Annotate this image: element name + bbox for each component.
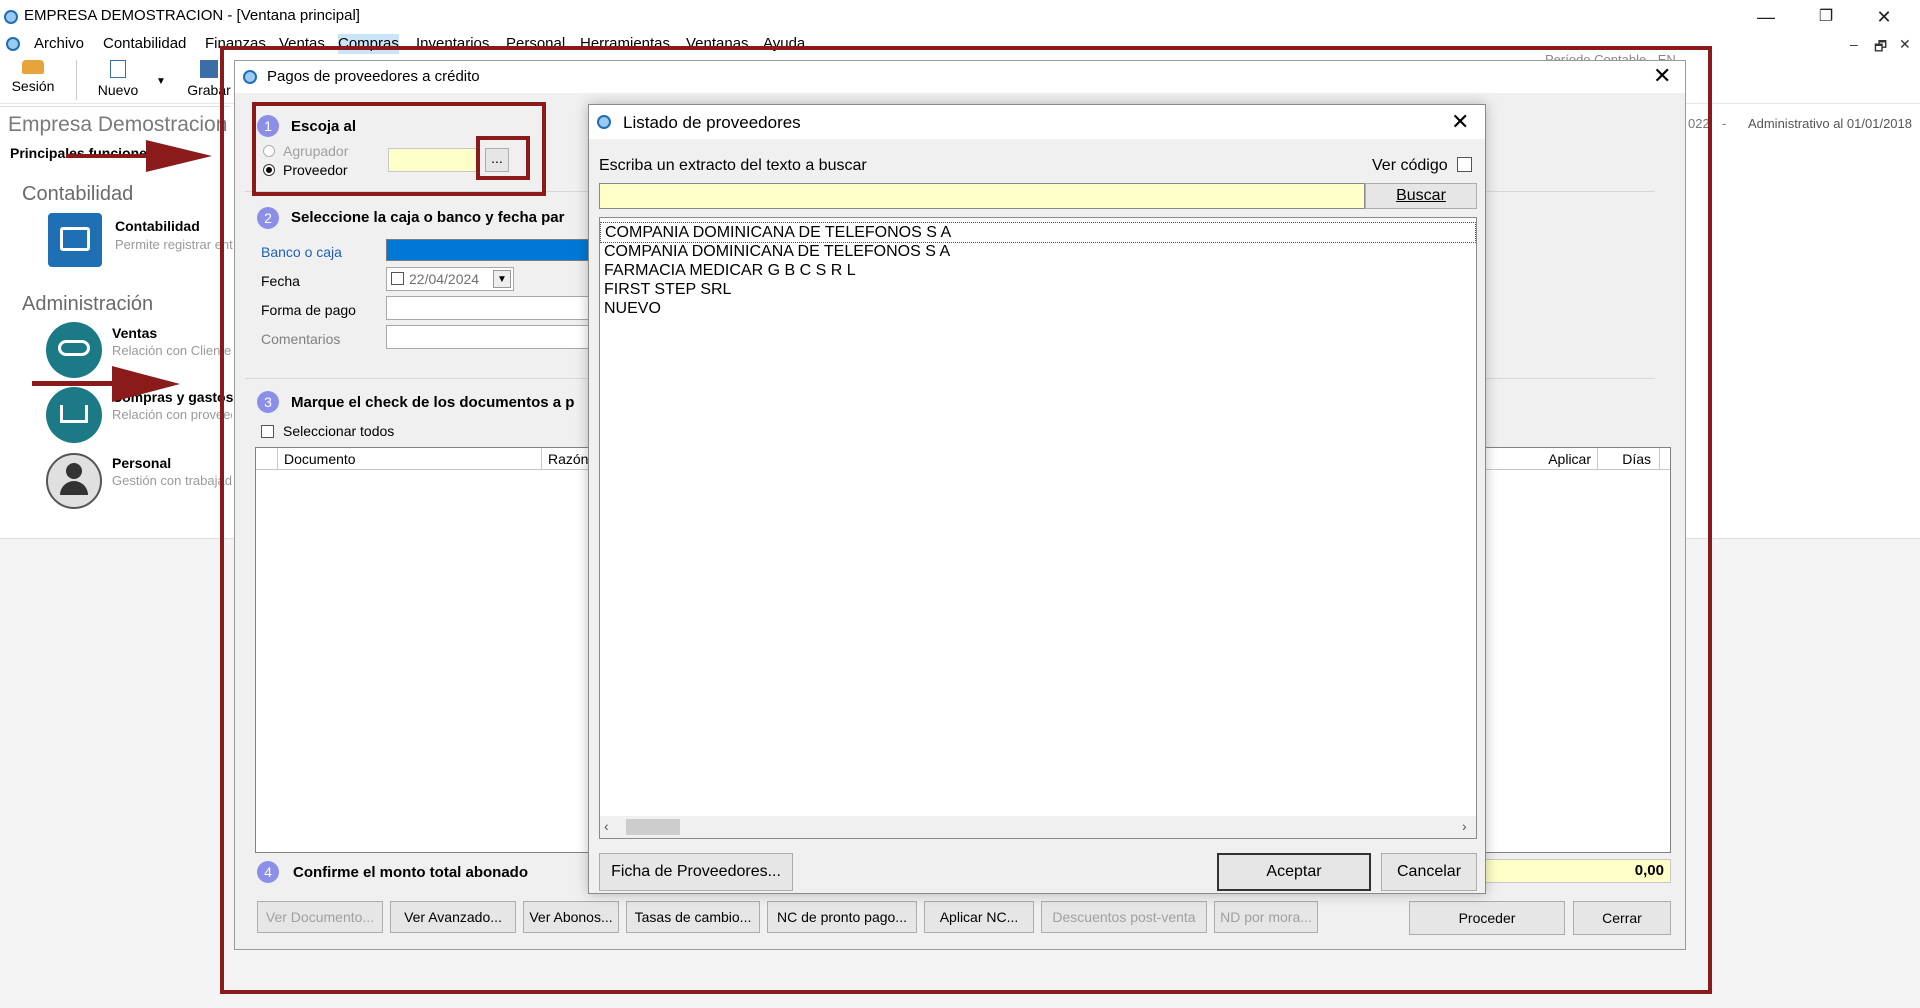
list-item[interactable]: NUEVO (600, 299, 661, 318)
scroll-left-icon[interactable]: ‹ (604, 818, 609, 834)
key-icon (22, 60, 44, 74)
horizontal-scrollbar[interactable]: ‹ › (600, 816, 1476, 838)
contabilidad-module-icon[interactable] (48, 213, 102, 267)
list-item[interactable]: FARMACIA MEDICAR G B C S R L (600, 261, 856, 280)
annotation-arrow-shaft (66, 154, 156, 158)
toolbar-separator (76, 60, 77, 100)
shopping-cart-icon[interactable] (46, 387, 102, 443)
cancelar-button[interactable]: Cancelar (1381, 853, 1477, 891)
app-menu-icon[interactable] (6, 37, 20, 51)
annotation-browse-box (476, 136, 530, 180)
minimize-button[interactable]: — (1744, 4, 1788, 30)
nuevo-label: Nuevo (97, 82, 139, 98)
window-title: EMPRESA DEMOSTRACION - [Ventana principa… (24, 7, 360, 24)
company-name: Empresa Demostracion (8, 113, 228, 136)
module-personal-title[interactable]: Personal (112, 455, 171, 471)
listado-dialog: Listado de proveedores ✕ Escriba un extr… (588, 104, 1486, 894)
module-contabilidad-title[interactable]: Contabilidad (115, 218, 200, 234)
scroll-right-icon[interactable]: › (1462, 818, 1467, 834)
sesion-button[interactable]: Sesión (10, 58, 56, 94)
menu-archivo[interactable]: Archivo (34, 34, 84, 54)
status-separator: - (1722, 116, 1727, 131)
module-compras-desc: Relación con proveedores (112, 407, 232, 422)
section-contabilidad: Contabilidad (22, 183, 134, 205)
module-ventas-title[interactable]: Ventas (112, 325, 157, 341)
list-item[interactable]: COMPANIA DOMINICANA DE TELEFONOS S A (600, 222, 1476, 243)
principales-heading: Principales funciones (10, 145, 155, 161)
buscar-button[interactable]: Buscar (1365, 183, 1477, 209)
title-bar: EMPRESA DEMOSTRACION - [Ventana principa… (0, 0, 1920, 34)
listado-close-icon[interactable]: ✕ (1451, 109, 1469, 135)
annotation-arrow-head-2 (112, 366, 180, 402)
nuevo-dropdown-icon[interactable]: ▼ (156, 76, 166, 87)
module-contabilidad-desc: Permite registrar entradas (115, 237, 233, 252)
listado-dialog-icon (597, 115, 611, 129)
search-input[interactable] (599, 183, 1365, 209)
proveedores-list[interactable]: COMPANIA DOMINICANA DE TELEFONOS S A COM… (599, 217, 1477, 839)
status-admin: Administrativo al 01/01/2018 (1747, 116, 1912, 131)
search-label: Escriba un extracto del texto a buscar (599, 157, 867, 174)
list-item[interactable]: FIRST STEP SRL (600, 280, 731, 299)
scrollbar-thumb[interactable] (626, 819, 680, 835)
mdi-minimize-button[interactable]: – (1850, 36, 1858, 52)
ver-codigo-label: Ver código (1372, 157, 1448, 174)
listado-dialog-title: Listado de proveedores (623, 113, 801, 132)
save-icon (200, 60, 218, 78)
section-administracion: Administración (22, 293, 154, 315)
aceptar-button[interactable]: Aceptar (1217, 853, 1371, 891)
list-item[interactable]: COMPANIA DOMINICANA DE TELEFONOS S A (600, 242, 950, 261)
close-window-button[interactable]: ✕ (1862, 4, 1906, 30)
module-personal-desc: Gestión con trabajadores (112, 473, 232, 488)
annotation-arrow-head (146, 140, 212, 172)
app-icon (4, 10, 18, 24)
ficha-proveedores-button[interactable]: Ficha de Proveedores... (599, 853, 793, 891)
personal-user-icon[interactable] (46, 453, 102, 509)
nuevo-button[interactable]: Nuevo (92, 58, 144, 98)
restore-button[interactable]: ❐ (1804, 4, 1848, 30)
menu-contabilidad[interactable]: Contabilidad (103, 34, 186, 54)
sesion-label: Sesión (11, 78, 55, 94)
handshake-icon[interactable] (46, 322, 102, 378)
ver-codigo-checkbox[interactable] (1457, 157, 1472, 172)
mdi-close-button[interactable]: ✕ (1899, 36, 1911, 53)
module-ventas-desc: Relación con Clientes (112, 343, 232, 358)
new-document-icon (110, 60, 126, 78)
